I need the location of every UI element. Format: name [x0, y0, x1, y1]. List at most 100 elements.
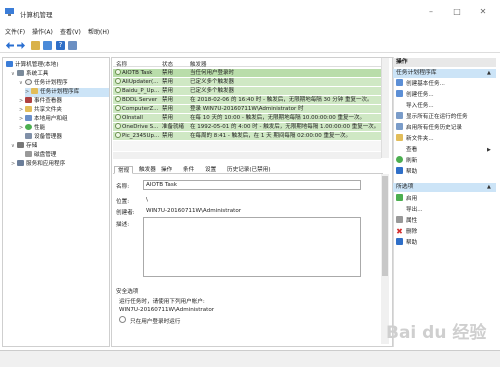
tree-item-storage[interactable]: ∨ 存储	[11, 142, 37, 151]
table-row[interactable]: OInstall 禁用 在每 10 天的 10:00 - 触发后，无限期地每隔 …	[113, 114, 381, 123]
tree-item-device-manager[interactable]: 设备管理器	[25, 133, 62, 142]
table-row[interactable]: AliUpdater(... 禁用 已定义多个触发器	[113, 78, 381, 87]
description-field[interactable]	[143, 217, 361, 277]
table-row[interactable]: BDDL Server 禁用 在 2018-02-06 的 16:40 时 - …	[113, 96, 381, 105]
properties-icon	[396, 216, 403, 223]
run-only-logged-on-radio[interactable]	[119, 316, 126, 323]
create-basic-task-icon	[396, 79, 403, 86]
properties-icon[interactable]	[68, 41, 77, 50]
action-enable-history[interactable]: 启用所有任务历史记录	[396, 123, 462, 133]
tree-item-local-users[interactable]: > 本地用户和组	[19, 115, 68, 124]
task-table-header	[113, 58, 381, 67]
task-clock-icon	[115, 123, 121, 129]
running-tasks-icon	[396, 112, 403, 119]
table-row[interactable]: Pic_2345Up... 禁用 在每周的 8:41 - 触发后，在 1 天 期…	[113, 132, 381, 141]
computer-management-icon	[5, 8, 15, 17]
action-create-task[interactable]: 创建任务...	[396, 90, 434, 100]
action-delete[interactable]: ✖ 删除	[396, 227, 417, 237]
window-title: 计算机管理	[20, 11, 53, 19]
action-properties[interactable]: 属性	[396, 216, 417, 226]
run-only-logged-on-label: 只在用户登录时运行	[130, 319, 181, 325]
refresh-icon	[396, 156, 403, 163]
action-help-selected[interactable]: 帮助	[396, 238, 417, 248]
task-clock-icon	[115, 114, 121, 120]
import-icon	[396, 101, 403, 108]
help-icon	[396, 238, 403, 245]
table-row[interactable]: Baidu_P_Up... 禁用 已定义多个触发器	[113, 87, 381, 96]
storage-icon	[17, 142, 24, 148]
tree-item-disk-management[interactable]: 磁盘管理	[25, 151, 56, 160]
task-list-vertical-scrollbar[interactable]	[381, 58, 389, 158]
security-run-as-text: 运行任务时，请使用下列用户帐户:	[119, 299, 205, 305]
actions-group-library[interactable]: 任务计划程序库	[393, 69, 496, 78]
tree-item-system-tools[interactable]: ∨ 系统工具	[11, 70, 48, 79]
minimize-button[interactable]: –	[424, 6, 438, 17]
tab-triggers[interactable]: 触发器	[136, 166, 159, 174]
task-list-horizontal-scrollbar[interactable]	[113, 152, 381, 159]
tree-item-task-scheduler-library[interactable]: > 任务计划程序库	[25, 88, 109, 97]
tree-item-event-viewer[interactable]: > 事件查看器	[19, 97, 62, 106]
action-export[interactable]: 导出...	[396, 205, 423, 215]
create-task-icon	[396, 90, 403, 97]
menu-file[interactable]: 文件(F)	[5, 27, 25, 36]
table-row[interactable]: ComputerZ... 禁用 登录 WIN7U-20160711W\Admin…	[113, 105, 381, 114]
menu-action[interactable]: 操作(A)	[32, 27, 53, 36]
chevron-right-icon[interactable]: ▶	[487, 147, 491, 153]
help-icon[interactable]: ?	[56, 41, 65, 50]
action-help[interactable]: 帮助	[396, 167, 417, 177]
show-hide-tree-icon[interactable]	[43, 41, 52, 50]
tab-settings[interactable]: 设置	[202, 166, 219, 174]
action-show-running-tasks[interactable]: 显示所有正在运行的任务	[396, 112, 468, 122]
collapse-up-icon[interactable]: ▲	[487, 184, 491, 190]
detail-scrollbar-thumb[interactable]	[382, 176, 388, 276]
action-create-basic-task[interactable]: 创建基本任务...	[396, 79, 445, 89]
enable-icon	[396, 194, 403, 201]
forward-icon[interactable]	[17, 41, 26, 50]
close-button[interactable]: ✕	[476, 6, 490, 17]
up-folder-icon[interactable]	[31, 41, 40, 50]
folder-icon	[31, 88, 38, 94]
services-icon	[17, 160, 24, 166]
action-new-folder[interactable]: 新文件夹...	[396, 134, 434, 144]
tree-item-services-apps[interactable]: > 服务和应用程序	[11, 160, 65, 169]
tree-item-task-scheduler[interactable]: ∨ 任务计划程序	[19, 79, 68, 88]
back-icon[interactable]	[5, 41, 14, 50]
navigation-tree: 计算机管理(本地) ∨ 系统工具 ∨ 任务计划程序 > 任务计划程序库 > 事件查看器 …	[2, 57, 110, 347]
action-enable[interactable]: 启用	[396, 194, 417, 204]
action-refresh[interactable]: 刷新	[396, 156, 417, 166]
menu-view[interactable]: 查看(V)	[60, 27, 81, 36]
status-bar	[0, 350, 500, 367]
author-value: WIN7U-20160711W\Administrator	[146, 208, 242, 214]
shared-folder-icon	[25, 106, 32, 112]
actions-group-selected-item[interactable]: 所选项	[393, 183, 496, 192]
tree-item-shared-folders[interactable]: > 共享文件夹	[19, 106, 62, 115]
column-header-name[interactable]: 名称	[116, 60, 127, 68]
tab-actions[interactable]: 操作	[158, 166, 175, 174]
menu-help[interactable]: 帮助(H)	[88, 27, 109, 36]
clock-icon	[25, 79, 32, 85]
tree-item-computer-management[interactable]: 计算机管理(本地)	[6, 61, 59, 70]
task-clock-icon	[115, 78, 121, 84]
column-header-status[interactable]: 状态	[162, 60, 173, 68]
table-row[interactable]: AIOTB Task 禁用 当任何用户登录时	[113, 69, 381, 78]
action-view[interactable]: 查看	[396, 145, 417, 155]
column-header-trigger[interactable]: 触发器	[190, 60, 207, 68]
action-import-task[interactable]: 导入任务...	[396, 101, 434, 111]
watermark: Bai du 经验	[386, 323, 487, 343]
tree-item-performance[interactable]: > 性能	[19, 124, 45, 133]
history-icon	[396, 123, 403, 130]
tab-general[interactable]: 常规	[114, 166, 134, 174]
actions-header: 操作	[393, 58, 496, 67]
collapse-up-icon[interactable]: ▲	[487, 70, 491, 76]
new-folder-icon	[396, 134, 403, 141]
author-label: 创建者:	[116, 210, 135, 216]
tools-icon	[17, 70, 24, 76]
help-icon	[396, 167, 403, 174]
computer-icon	[6, 61, 13, 67]
maximize-button[interactable]: □	[450, 6, 464, 17]
tab-history[interactable]: 历史记录(已禁用)	[224, 166, 274, 174]
table-row[interactable]: OneDrive S... 准备就绪 在 1992-05-01 的 4:00 时…	[113, 123, 381, 132]
device-manager-icon	[25, 133, 32, 139]
tab-conditions[interactable]: 条件	[180, 166, 197, 174]
task-clock-icon	[115, 87, 121, 93]
